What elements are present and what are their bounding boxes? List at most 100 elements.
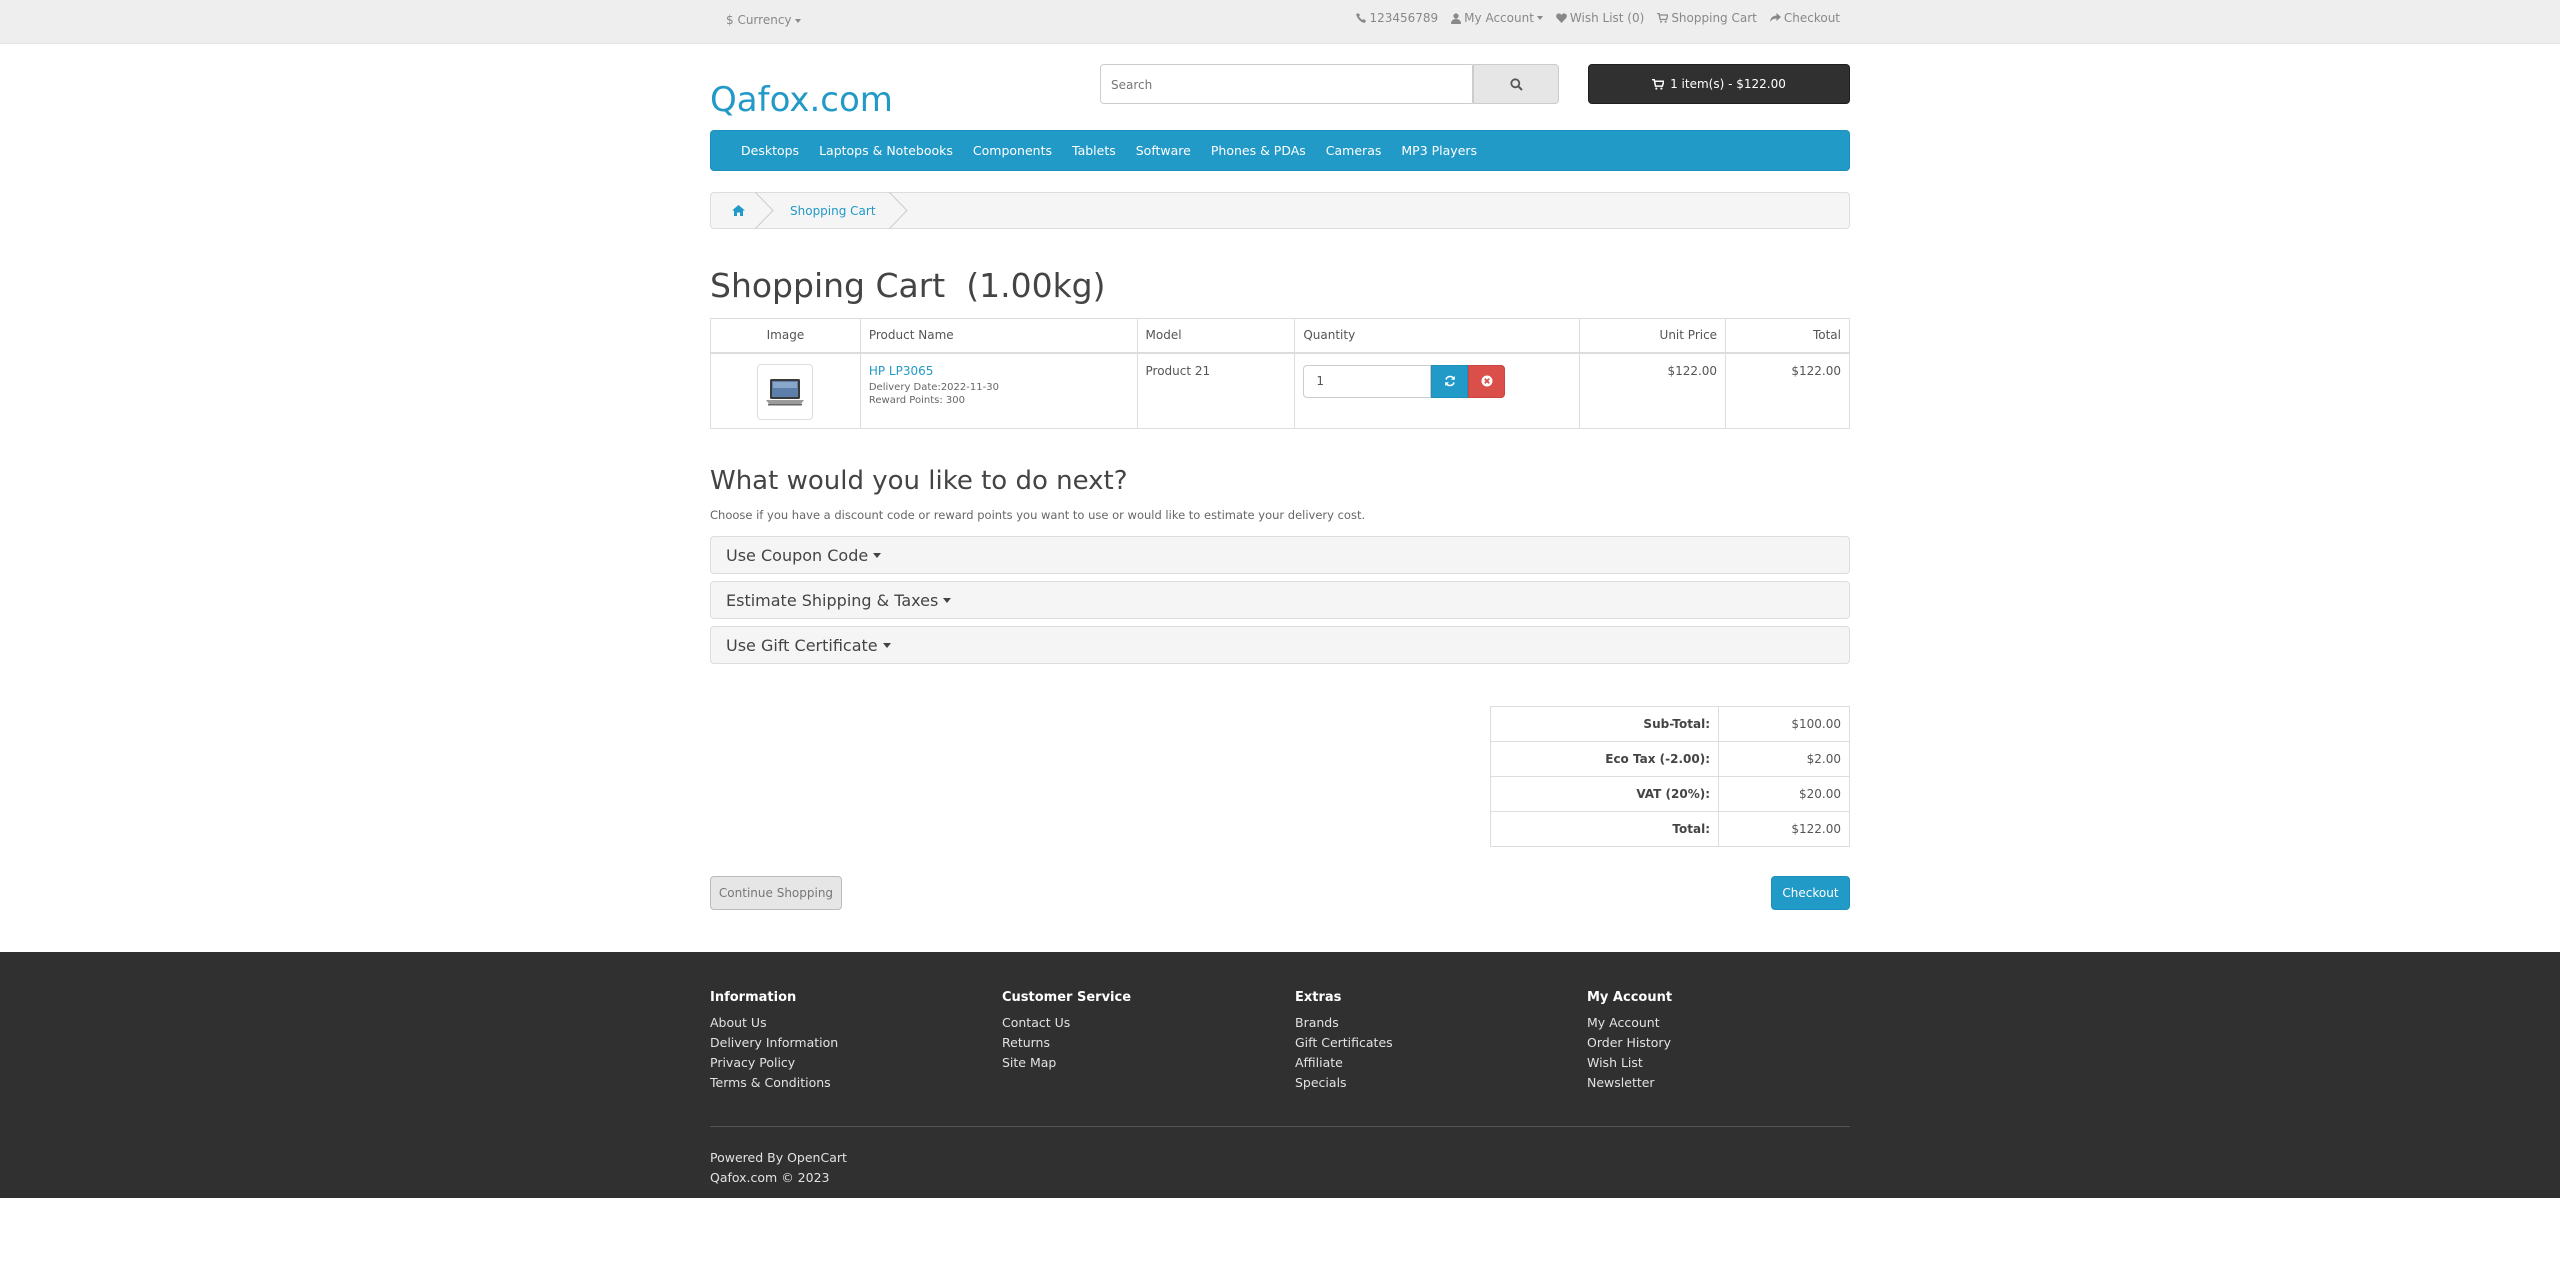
search-button[interactable]	[1473, 64, 1559, 104]
currency-label: $ Currency	[726, 13, 792, 27]
shipping-panel-label: Estimate Shipping & Taxes	[726, 590, 939, 610]
footer-link-newsletter[interactable]: Newsletter	[1587, 1073, 1672, 1093]
continue-shopping-button[interactable]: Continue Shopping	[710, 876, 842, 910]
my-account-dropdown[interactable]: My Account	[1451, 11, 1543, 25]
menu-item-cameras[interactable]: Cameras	[1316, 143, 1392, 158]
cell-unit-price: $122.00	[1579, 352, 1727, 429]
footer-link-gift-certificates[interactable]: Gift Certificates	[1295, 1033, 1393, 1053]
menu-item-tablets[interactable]: Tablets	[1062, 143, 1126, 158]
footer-divider	[710, 1126, 1850, 1127]
footer-column-customer-service: Customer Service Contact Us Returns Site…	[1002, 990, 1131, 1073]
cell-product-name: HP LP3065 Delivery Date:2022-11-30 Rewar…	[859, 352, 1138, 429]
menu-item-software[interactable]: Software	[1126, 143, 1201, 158]
footer-powered-by: Powered By OpenCart Qafox.com © 2023	[710, 1148, 847, 1188]
copyright: Qafox.com © 2023	[710, 1170, 830, 1185]
footer-link-site-map[interactable]: Site Map	[1002, 1053, 1131, 1073]
shipping-panel-toggle[interactable]: Estimate Shipping & Taxes	[710, 581, 1850, 619]
cart-table: Image Product Name Model Quantity Unit P…	[710, 318, 1850, 429]
footer: Information About Us Delivery Informatio…	[0, 952, 2560, 1198]
gift-certificate-panel-toggle[interactable]: Use Gift Certificate	[710, 626, 1850, 664]
user-icon	[1451, 12, 1462, 24]
footer-link-delivery-information[interactable]: Delivery Information	[710, 1033, 838, 1053]
product-thumbnail[interactable]	[757, 363, 814, 420]
vat-value: $20.00	[1718, 776, 1850, 812]
top-bar: $ Currency 123456789 My Account Wish Lis…	[0, 0, 2560, 44]
vat-label: VAT (20%):	[1490, 776, 1719, 812]
caret-down-icon	[882, 642, 891, 648]
remove-item-button[interactable]	[1468, 364, 1506, 398]
cart-total-label: 1 item(s) - $122.00	[1670, 77, 1786, 91]
footer-link-privacy-policy[interactable]: Privacy Policy	[710, 1053, 838, 1073]
menu-item-phones-pdas[interactable]: Phones & PDAs	[1201, 143, 1316, 158]
product-name-link[interactable]: HP LP3065	[869, 364, 1129, 378]
footer-link-contact-us[interactable]: Contact Us	[1002, 1013, 1131, 1033]
col-image: Image	[710, 318, 861, 354]
footer-column-title: My Account	[1587, 990, 1673, 1005]
phone-link[interactable]: 123456789	[1356, 11, 1438, 25]
breadcrumb-home[interactable]	[711, 192, 774, 229]
footer-link-returns[interactable]: Returns	[1002, 1033, 1131, 1053]
footer-link-my-account[interactable]: My Account	[1587, 1013, 1672, 1033]
footer-column-my-account: My Account My Account Order History Wish…	[1587, 990, 1672, 1093]
footer-link-about-us[interactable]: About Us	[710, 1013, 838, 1033]
cart-icon	[1652, 78, 1665, 90]
menu-item-mp3-players[interactable]: MP3 Players	[1391, 143, 1487, 158]
opencart-link[interactable]: OpenCart	[787, 1150, 847, 1165]
main-menu: Desktops Laptops & Notebooks Components …	[710, 130, 1850, 171]
table-row: Sub-Total: $100.00	[1490, 706, 1850, 742]
phone-icon	[1356, 13, 1367, 23]
subtotal-value: $100.00	[1718, 706, 1850, 742]
eco-tax-label: Eco Tax (-2.00):	[1490, 741, 1719, 777]
powered-by-prefix: Powered By	[710, 1150, 784, 1165]
menu-item-laptops-notebooks[interactable]: Laptops & Notebooks	[809, 143, 963, 158]
col-product-name: Product Name	[859, 318, 1138, 354]
remove-circle-icon	[1481, 375, 1493, 387]
home-icon	[732, 205, 745, 216]
shopping-cart-link[interactable]: Shopping Cart	[1657, 11, 1757, 25]
cell-total: $122.00	[1725, 352, 1850, 429]
coupon-panel-label: Use Coupon Code	[726, 545, 869, 565]
col-model: Model	[1136, 318, 1296, 354]
checkout-link[interactable]: Checkout	[1769, 11, 1840, 25]
footer-link-order-history[interactable]: Order History	[1587, 1033, 1672, 1053]
update-quantity-button[interactable]	[1431, 364, 1469, 398]
caret-down-icon	[1536, 16, 1543, 20]
shopping-cart-label: Shopping Cart	[1671, 11, 1757, 25]
footer-column-title: Customer Service	[1002, 990, 1132, 1005]
footer-link-wish-list[interactable]: Wish List	[1587, 1053, 1672, 1073]
search-input[interactable]	[1101, 65, 1473, 103]
footer-link-specials[interactable]: Specials	[1295, 1073, 1393, 1093]
phone-number: 123456789	[1369, 11, 1439, 25]
breadcrumb-separator	[888, 192, 908, 229]
checkout-label: Checkout	[1783, 11, 1840, 25]
table-row: Total: $122.00	[1490, 811, 1850, 847]
currency-dropdown[interactable]: $ Currency	[726, 13, 802, 27]
search-box	[1100, 64, 1475, 104]
quantity-input[interactable]: 1	[1303, 364, 1432, 398]
total-value: $122.00	[1718, 811, 1850, 847]
total-label: Total:	[1490, 811, 1719, 847]
laptop-image	[766, 378, 805, 405]
cart-table-header: Image Product Name Model Quantity Unit P…	[710, 318, 1850, 354]
footer-column-title: Information	[710, 990, 797, 1005]
cell-quantity: 1	[1294, 352, 1581, 429]
site-logo[interactable]: Qafox.com	[710, 80, 893, 120]
menu-item-components[interactable]: Components	[963, 143, 1062, 158]
product-model: Product 21	[1145, 363, 1211, 378]
totals-table: Sub-Total: $100.00 Eco Tax (-2.00): $2.0…	[1490, 706, 1850, 847]
coupon-panel-toggle[interactable]: Use Coupon Code	[710, 536, 1850, 574]
footer-column-title: Extras	[1295, 990, 1342, 1005]
checkout-button[interactable]: Checkout	[1771, 876, 1850, 910]
footer-link-affiliate[interactable]: Affiliate	[1295, 1053, 1393, 1073]
menu-item-desktops[interactable]: Desktops	[731, 143, 809, 158]
caret-down-icon	[873, 552, 882, 558]
cell-image	[710, 352, 861, 429]
footer-link-brands[interactable]: Brands	[1295, 1013, 1393, 1033]
reward-points: Reward Points: 300	[868, 394, 965, 406]
cart-total-button[interactable]: 1 item(s) - $122.00	[1588, 64, 1850, 104]
next-section-description: Choose if you have a discount code or re…	[710, 508, 1366, 522]
gift-certificate-panel-label: Use Gift Certificate	[726, 635, 878, 655]
footer-link-terms-conditions[interactable]: Terms & Conditions	[710, 1073, 838, 1093]
wish-list-link[interactable]: Wish List (0)	[1556, 11, 1644, 25]
breadcrumb-shopping-cart[interactable]: Shopping Cart	[766, 192, 908, 229]
